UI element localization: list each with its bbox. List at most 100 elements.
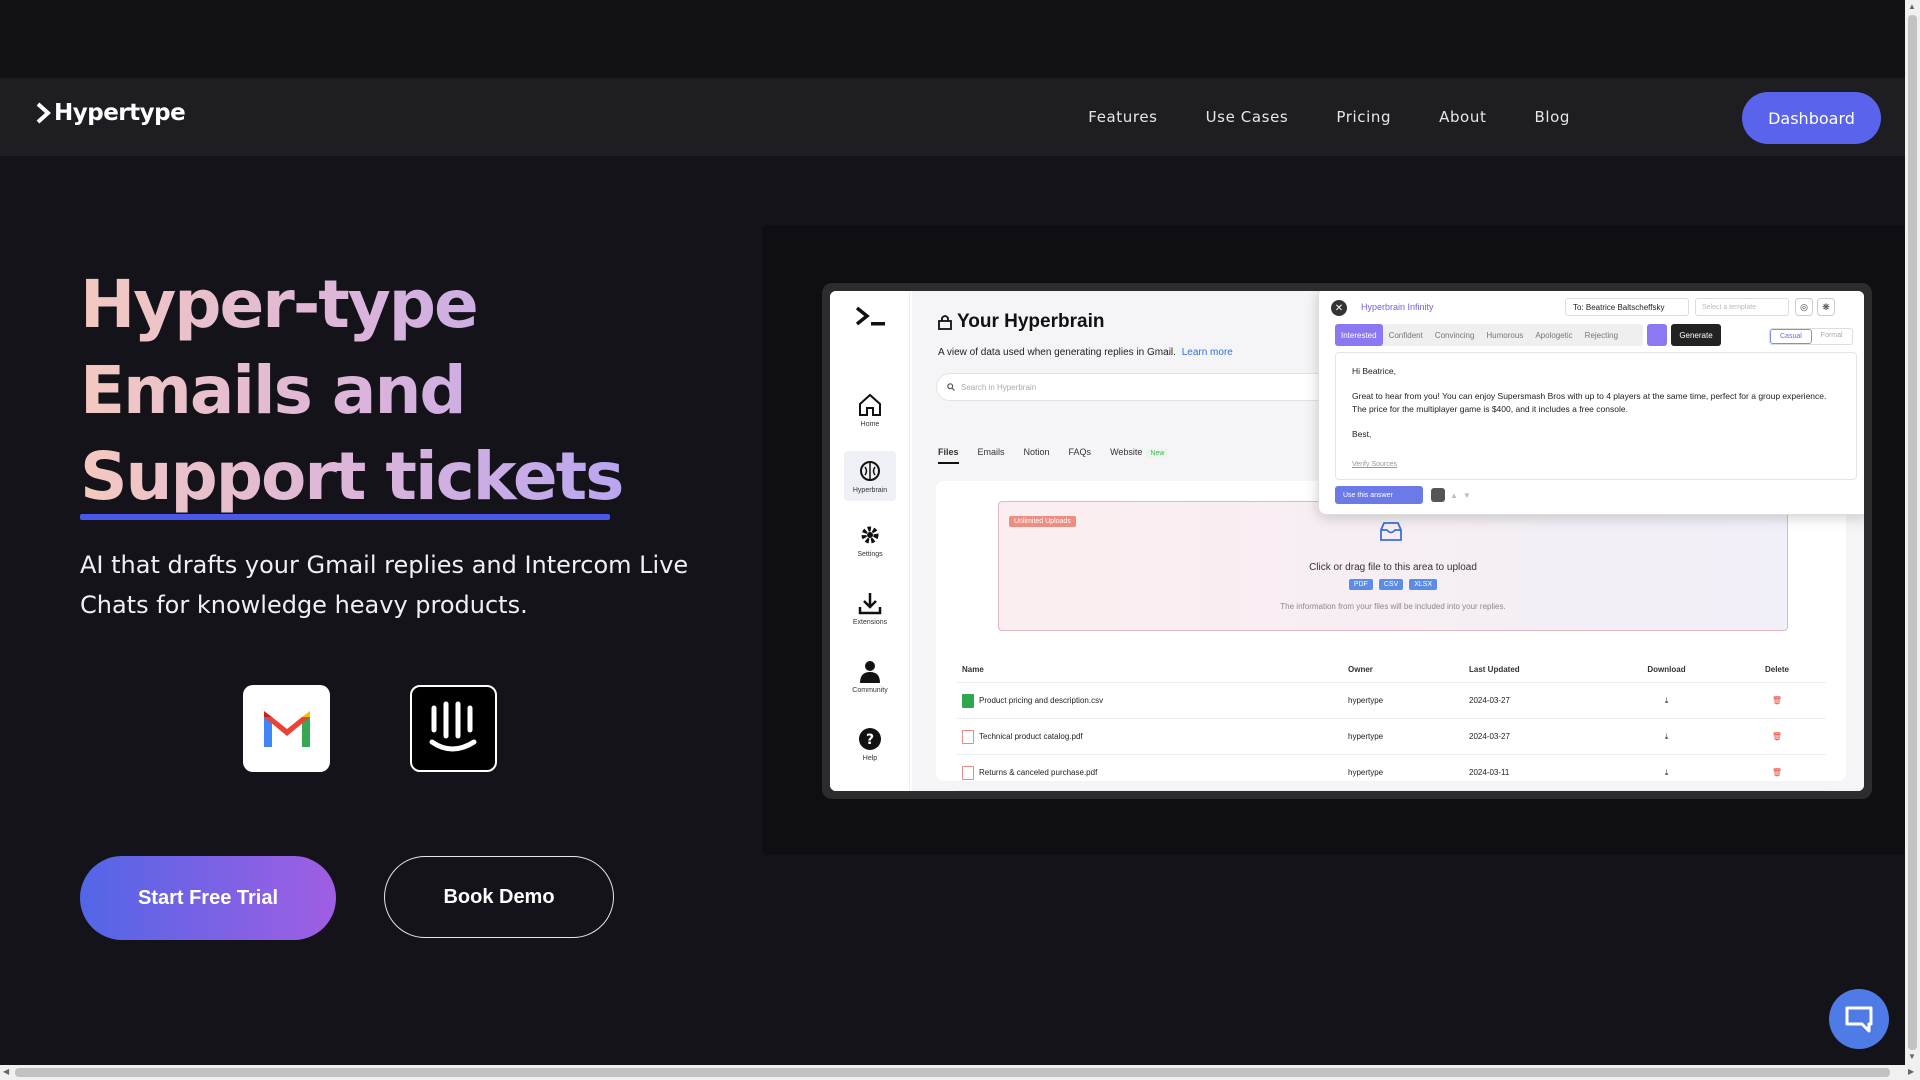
hero-title-line: Hyper-type — [80, 262, 622, 348]
trash-icon[interactable]: 🗑 — [1772, 768, 1782, 777]
style-formal[interactable]: Formal — [1812, 329, 1852, 344]
nav-link-blog[interactable]: Blog — [1534, 108, 1570, 126]
upload-dropzone[interactable]: Unlimited Uploads Click or drag file to … — [998, 501, 1788, 631]
start-free-trial-button[interactable]: Start Free Trial — [80, 856, 336, 940]
scroll-left-arrow-icon[interactable]: ◀ — [3, 1067, 9, 1076]
files-table: Name Owner Last Updated Download Delete … — [956, 657, 1826, 791]
download-icon[interactable]: ⤓ — [1665, 768, 1669, 778]
scroll-up-arrow-icon[interactable]: ▲ — [1908, 2, 1916, 11]
owner-cell: hypertype — [1348, 732, 1384, 741]
nav-link-use-cases[interactable]: Use Cases — [1206, 108, 1289, 126]
hyperbrain-search-input[interactable]: Search in Hyperbrain — [936, 373, 1356, 401]
verify-sources-link[interactable]: Verify Sources — [1352, 458, 1397, 471]
tone-confident[interactable]: Confident — [1383, 331, 1429, 340]
refresh-icon[interactable] — [1431, 488, 1445, 502]
table-row: Returns & canceled purchase.pdf hypertyp… — [956, 755, 1826, 791]
mock-sidebar: Home Hyperbrain Settings Extensions Comm… — [830, 291, 910, 791]
delete-cell: 🗑 — [1727, 696, 1827, 705]
chat-launcher-button[interactable] — [1829, 989, 1889, 1049]
tone-rejecting[interactable]: Rejecting — [1579, 331, 1624, 340]
vertical-scrollbar[interactable]: ▲ ▼ — [1905, 0, 1920, 1065]
file-type-chips: PDF CSV XLSX — [999, 579, 1787, 590]
download-icon[interactable]: ⤓ — [1665, 696, 1669, 706]
thumbs-down-icon[interactable]: ▼ — [1463, 491, 1471, 500]
updated-cell: 2024-03-27 — [1469, 732, 1510, 741]
table-row: Product pricing and description.csv hype… — [956, 683, 1826, 719]
nav-links: Features Use Cases Pricing About Blog — [1088, 108, 1570, 126]
close-icon[interactable]: ✕ — [1331, 300, 1347, 316]
chip-pdf: PDF — [1348, 579, 1373, 590]
recipient-field[interactable]: To: Beatrice Baltscheffsky — [1565, 298, 1689, 316]
logo[interactable]: Hypertype — [36, 100, 186, 126]
updated-cell: 2024-03-27 — [1469, 696, 1510, 705]
use-this-answer-button[interactable]: Use this answer — [1335, 486, 1423, 504]
hyperbrain-title: Your Hyperbrain — [938, 311, 1104, 333]
hero-subtitle: AI that drafts your Gmail replies and In… — [80, 551, 689, 619]
settings-icon[interactable]: ◎ — [1795, 298, 1813, 316]
tab-website[interactable]: Website New — [1110, 447, 1169, 464]
sidebar-label: Hyperbrain — [852, 487, 888, 494]
reply-signoff: Best, — [1352, 429, 1372, 439]
template-select[interactable]: Select a template — [1695, 298, 1789, 316]
feedback-icons: ▲ ▼ — [1431, 488, 1471, 502]
sidebar-item-settings[interactable]: Settings — [844, 515, 896, 565]
upload-prompt: Click or drag file to this area to uploa… — [1309, 562, 1477, 573]
files-card: Unlimited Uploads Click or drag file to … — [936, 481, 1846, 791]
pdf-file-icon — [962, 729, 974, 744]
generated-reply[interactable]: Hi Beatrice, Great to hear from you! You… — [1335, 352, 1857, 480]
style-casual[interactable]: Casual — [1770, 329, 1812, 344]
tab-faqs[interactable]: FAQs — [1069, 447, 1092, 464]
download-cell: ⤓ — [1606, 696, 1727, 706]
tone-convincing[interactable]: Convincing — [1429, 331, 1481, 340]
nav-link-about[interactable]: About — [1439, 108, 1486, 126]
lightbulb-icon[interactable] — [1647, 324, 1667, 346]
tone-apologetic[interactable]: Apologetic — [1529, 331, 1578, 340]
brain-icon[interactable]: ❋ — [1817, 298, 1835, 316]
popup-title: Hyperbrain Infinity — [1361, 302, 1434, 312]
scrollbar-thumb[interactable] — [1908, 15, 1917, 1050]
home-icon — [859, 393, 881, 416]
nav-link-pricing[interactable]: Pricing — [1336, 108, 1391, 126]
download-icon[interactable]: ⤓ — [1665, 732, 1669, 742]
scrollbar-thumb[interactable] — [15, 1068, 1890, 1077]
sidebar-item-hyperbrain[interactable]: Hyperbrain — [844, 451, 896, 501]
horizontal-scrollbar[interactable]: ◀ ▶ — [0, 1065, 1920, 1080]
trash-icon[interactable]: 🗑 — [1772, 732, 1782, 741]
nav-link-features[interactable]: Features — [1088, 108, 1157, 126]
dashboard-button[interactable]: Dashboard — [1742, 92, 1881, 144]
file-name: Technical product catalog.pdf — [979, 732, 1083, 741]
book-demo-button[interactable]: Book Demo — [384, 856, 614, 938]
search-icon — [947, 383, 955, 391]
tab-notion[interactable]: Notion — [1024, 447, 1050, 464]
tone-humorous[interactable]: Humorous — [1480, 331, 1529, 340]
brain-icon — [860, 461, 880, 481]
tone-interested[interactable]: Interested — [1335, 324, 1383, 346]
download-cell: ⤓ — [1606, 768, 1727, 778]
sidebar-item-extensions[interactable]: Extensions — [844, 583, 896, 633]
sidebar-item-community[interactable]: Community — [844, 651, 896, 701]
person-icon — [860, 661, 880, 683]
popup-toolbar-icons: ◎ ❋ — [1795, 298, 1835, 316]
title-underline — [80, 514, 610, 520]
gear-icon — [861, 526, 879, 544]
scroll-down-arrow-icon[interactable]: ▼ — [1908, 1052, 1916, 1061]
chip-csv: CSV — [1378, 579, 1404, 590]
sidebar-item-home[interactable]: Home — [844, 385, 896, 435]
chat-bubble-icon — [1845, 1006, 1873, 1033]
learn-more-link[interactable]: Learn more — [1182, 347, 1233, 358]
tab-files[interactable]: Files — [938, 447, 959, 464]
scroll-right-arrow-icon[interactable]: ▶ — [1908, 1067, 1914, 1076]
tab-emails[interactable]: Emails — [978, 447, 1005, 464]
col-download: Download — [1647, 665, 1686, 674]
csv-file-icon — [962, 693, 974, 708]
sidebar-item-help[interactable]: ? Help — [844, 719, 896, 769]
owner-cell: hypertype — [1348, 696, 1384, 705]
thumbs-up-icon[interactable]: ▲ — [1450, 491, 1458, 500]
sidebar-label: Home — [860, 421, 880, 428]
logo-text: Hypertype — [54, 100, 186, 126]
tone-selector: Interested Confident Convincing Humorous… — [1335, 324, 1643, 346]
delete-cell: 🗑 — [1727, 768, 1827, 777]
trash-icon[interactable]: 🗑 — [1772, 696, 1782, 705]
generate-button[interactable]: Generate — [1671, 324, 1721, 346]
intercom-icon — [410, 685, 497, 772]
